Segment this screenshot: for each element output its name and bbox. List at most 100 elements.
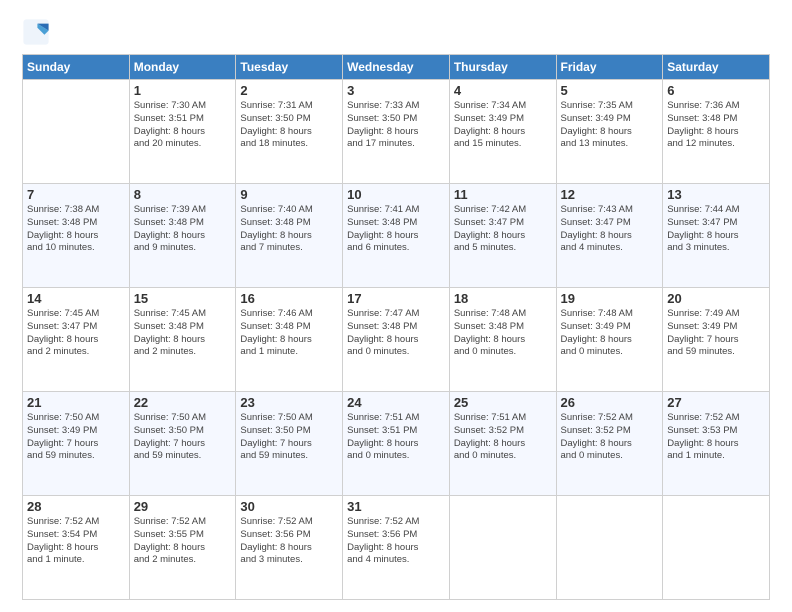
calendar-cell — [556, 496, 663, 600]
day-number: 26 — [561, 395, 659, 410]
day-info: Sunrise: 7:52 AM Sunset: 3:55 PM Dayligh… — [134, 516, 232, 567]
day-info: Sunrise: 7:31 AM Sunset: 3:50 PM Dayligh… — [240, 100, 338, 151]
day-number: 16 — [240, 291, 338, 306]
calendar-cell — [663, 496, 770, 600]
day-info: Sunrise: 7:44 AM Sunset: 3:47 PM Dayligh… — [667, 204, 765, 255]
calendar-cell: 28 Sunrise: 7:52 AM Sunset: 3:54 PM Dayli… — [23, 496, 130, 600]
calendar-cell: 19 Sunrise: 7:48 AM Sunset: 3:49 PM Dayli… — [556, 288, 663, 392]
calendar-cell: 27 Sunrise: 7:52 AM Sunset: 3:53 PM Dayli… — [663, 392, 770, 496]
calendar-cell — [449, 496, 556, 600]
day-number: 24 — [347, 395, 445, 410]
day-number: 10 — [347, 187, 445, 202]
calendar-cell: 5 Sunrise: 7:35 AM Sunset: 3:49 PM Daylig… — [556, 80, 663, 184]
day-info: Sunrise: 7:43 AM Sunset: 3:47 PM Dayligh… — [561, 204, 659, 255]
day-number: 21 — [27, 395, 125, 410]
day-number: 15 — [134, 291, 232, 306]
calendar-cell: 23 Sunrise: 7:50 AM Sunset: 3:50 PM Dayli… — [236, 392, 343, 496]
calendar-cell: 4Sunrise: 7:34 AM Sunset: 3:49 PM Daylig… — [449, 80, 556, 184]
day-info: Sunrise: 7:36 AM Sunset: 3:48 PM Dayligh… — [667, 100, 765, 151]
day-info: Sunrise: 7:51 AM Sunset: 3:52 PM Dayligh… — [454, 412, 552, 463]
day-number: 14 — [27, 291, 125, 306]
day-info: Sunrise: 7:52 AM Sunset: 3:53 PM Dayligh… — [667, 412, 765, 463]
week-row-4: 21 Sunrise: 7:50 AM Sunset: 3:49 PM Dayli… — [23, 392, 770, 496]
day-info: Sunrise: 7:49 AM Sunset: 3:49 PM Dayligh… — [667, 308, 765, 359]
day-info: Sunrise: 7:51 AM Sunset: 3:51 PM Dayligh… — [347, 412, 445, 463]
calendar-cell: 3 Sunrise: 7:33 AM Sunset: 3:50 PM Daylig… — [343, 80, 450, 184]
weekday-header-row: SundayMondayTuesdayWednesdayThursdayFrid… — [23, 55, 770, 80]
weekday-header-saturday: Saturday — [663, 55, 770, 80]
calendar-cell: 7Sunrise: 7:38 AM Sunset: 3:48 PM Daylig… — [23, 184, 130, 288]
day-number: 1 — [134, 83, 232, 98]
calendar-cell: 10 Sunrise: 7:41 AM Sunset: 3:48 PM Dayli… — [343, 184, 450, 288]
calendar-cell: 18 Sunrise: 7:48 AM Sunset: 3:48 PM Dayli… — [449, 288, 556, 392]
day-info: Sunrise: 7:34 AM Sunset: 3:49 PM Dayligh… — [454, 100, 552, 151]
day-info: Sunrise: 7:41 AM Sunset: 3:48 PM Dayligh… — [347, 204, 445, 255]
day-info: Sunrise: 7:52 AM Sunset: 3:52 PM Dayligh… — [561, 412, 659, 463]
weekday-header-friday: Friday — [556, 55, 663, 80]
logo-icon — [22, 18, 50, 46]
week-row-5: 28 Sunrise: 7:52 AM Sunset: 3:54 PM Dayli… — [23, 496, 770, 600]
day-info: Sunrise: 7:47 AM Sunset: 3:48 PM Dayligh… — [347, 308, 445, 359]
day-number: 2 — [240, 83, 338, 98]
day-number: 30 — [240, 499, 338, 514]
day-number: 7 — [27, 187, 125, 202]
day-info: Sunrise: 7:45 AM Sunset: 3:47 PM Dayligh… — [27, 308, 125, 359]
day-info: Sunrise: 7:50 AM Sunset: 3:50 PM Dayligh… — [240, 412, 338, 463]
day-number: 27 — [667, 395, 765, 410]
weekday-header-tuesday: Tuesday — [236, 55, 343, 80]
calendar-cell: 15 Sunrise: 7:45 AM Sunset: 3:48 PM Dayli… — [129, 288, 236, 392]
day-info: Sunrise: 7:50 AM Sunset: 3:49 PM Dayligh… — [27, 412, 125, 463]
day-info: Sunrise: 7:33 AM Sunset: 3:50 PM Dayligh… — [347, 100, 445, 151]
calendar-cell: 21 Sunrise: 7:50 AM Sunset: 3:49 PM Dayli… — [23, 392, 130, 496]
day-number: 6 — [667, 83, 765, 98]
day-info: Sunrise: 7:52 AM Sunset: 3:54 PM Dayligh… — [27, 516, 125, 567]
calendar-cell: 13 Sunrise: 7:44 AM Sunset: 3:47 PM Dayli… — [663, 184, 770, 288]
day-info: Sunrise: 7:48 AM Sunset: 3:49 PM Dayligh… — [561, 308, 659, 359]
day-number: 25 — [454, 395, 552, 410]
day-number: 31 — [347, 499, 445, 514]
calendar-cell: 16 Sunrise: 7:46 AM Sunset: 3:48 PM Dayli… — [236, 288, 343, 392]
calendar-cell: 8 Sunrise: 7:39 AM Sunset: 3:48 PM Daylig… — [129, 184, 236, 288]
weekday-header-sunday: Sunday — [23, 55, 130, 80]
weekday-header-monday: Monday — [129, 55, 236, 80]
day-number: 3 — [347, 83, 445, 98]
header — [22, 18, 770, 46]
day-info: Sunrise: 7:39 AM Sunset: 3:48 PM Dayligh… — [134, 204, 232, 255]
day-number: 8 — [134, 187, 232, 202]
day-info: Sunrise: 7:40 AM Sunset: 3:48 PM Dayligh… — [240, 204, 338, 255]
calendar-cell: 31 Sunrise: 7:52 AM Sunset: 3:56 PM Dayli… — [343, 496, 450, 600]
day-number: 18 — [454, 291, 552, 306]
calendar-cell — [23, 80, 130, 184]
calendar-cell: 20Sunrise: 7:49 AM Sunset: 3:49 PM Dayli… — [663, 288, 770, 392]
day-number: 9 — [240, 187, 338, 202]
day-info: Sunrise: 7:48 AM Sunset: 3:48 PM Dayligh… — [454, 308, 552, 359]
week-row-3: 14 Sunrise: 7:45 AM Sunset: 3:47 PM Dayli… — [23, 288, 770, 392]
calendar-cell: 26 Sunrise: 7:52 AM Sunset: 3:52 PM Dayli… — [556, 392, 663, 496]
day-info: Sunrise: 7:52 AM Sunset: 3:56 PM Dayligh… — [240, 516, 338, 567]
calendar-cell: 11Sunrise: 7:42 AM Sunset: 3:47 PM Dayli… — [449, 184, 556, 288]
day-number: 11 — [454, 187, 552, 202]
day-number: 28 — [27, 499, 125, 514]
calendar-cell: 6 Sunrise: 7:36 AM Sunset: 3:48 PM Daylig… — [663, 80, 770, 184]
day-info: Sunrise: 7:45 AM Sunset: 3:48 PM Dayligh… — [134, 308, 232, 359]
day-number: 19 — [561, 291, 659, 306]
calendar-cell: 12Sunrise: 7:43 AM Sunset: 3:47 PM Dayli… — [556, 184, 663, 288]
calendar-cell: 30 Sunrise: 7:52 AM Sunset: 3:56 PM Dayli… — [236, 496, 343, 600]
day-number: 5 — [561, 83, 659, 98]
logo — [22, 18, 54, 46]
day-info: Sunrise: 7:46 AM Sunset: 3:48 PM Dayligh… — [240, 308, 338, 359]
day-number: 17 — [347, 291, 445, 306]
calendar-cell: 9 Sunrise: 7:40 AM Sunset: 3:48 PM Daylig… — [236, 184, 343, 288]
weekday-header-thursday: Thursday — [449, 55, 556, 80]
day-number: 29 — [134, 499, 232, 514]
calendar-cell: 17 Sunrise: 7:47 AM Sunset: 3:48 PM Dayli… — [343, 288, 450, 392]
day-info: Sunrise: 7:30 AM Sunset: 3:51 PM Dayligh… — [134, 100, 232, 151]
day-number: 23 — [240, 395, 338, 410]
day-number: 22 — [134, 395, 232, 410]
calendar-cell: 22Sunrise: 7:50 AM Sunset: 3:50 PM Dayli… — [129, 392, 236, 496]
page: SundayMondayTuesdayWednesdayThursdayFrid… — [0, 0, 792, 612]
day-number: 13 — [667, 187, 765, 202]
day-info: Sunrise: 7:35 AM Sunset: 3:49 PM Dayligh… — [561, 100, 659, 151]
calendar-cell: 1 Sunrise: 7:30 AM Sunset: 3:51 PM Daylig… — [129, 80, 236, 184]
day-info: Sunrise: 7:52 AM Sunset: 3:56 PM Dayligh… — [347, 516, 445, 567]
